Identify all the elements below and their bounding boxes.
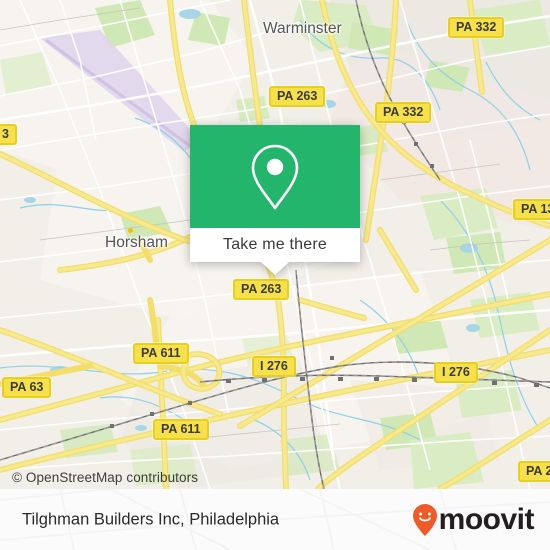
map-viewport[interactable]: .land{fill:#f2efe9;} .urban{fill:#f7f4ef… bbox=[0, 0, 550, 489]
road-shield-pa-263-mid: PA 263 bbox=[233, 279, 290, 300]
road-shield-pa-332-north: PA 332 bbox=[448, 17, 505, 38]
road-shield-pa-611-upper: PA 611 bbox=[133, 343, 189, 364]
road-shield-pa-263-north: PA 263 bbox=[269, 86, 326, 107]
footer-bar: Tilghman Builders Inc, Philadelphia moov… bbox=[0, 489, 550, 550]
place-title: Tilghman Builders Inc, Philadelphia bbox=[22, 510, 280, 528]
road-shield-i-276-right: I 276 bbox=[434, 362, 478, 383]
popup-header bbox=[190, 125, 360, 228]
take-me-there-label: Take me there bbox=[223, 236, 327, 253]
map-attribution: © OpenStreetMap contributors bbox=[12, 470, 199, 485]
moovit-smiley-pin-icon bbox=[412, 503, 437, 536]
road-shield-pa-332-mid: PA 332 bbox=[375, 102, 432, 123]
road-shield-clipped-left: 3 bbox=[0, 124, 17, 145]
map-label-horsham: Horsham bbox=[105, 234, 168, 251]
road-shield-pa-2xx-bottom-right: PA 2 bbox=[518, 461, 550, 482]
road-shield-pa-63: PA 63 bbox=[2, 377, 52, 398]
location-popup[interactable]: Take me there bbox=[190, 125, 360, 275]
road-shield-i-276-left: I 276 bbox=[252, 356, 296, 377]
moovit-logo[interactable]: moovit bbox=[412, 502, 535, 537]
map-place-dot-horsham bbox=[128, 228, 133, 233]
location-pin-icon bbox=[251, 144, 299, 209]
moovit-wordmark: moovit bbox=[438, 502, 535, 536]
map-screenshot: .land{fill:#f2efe9;} .urban{fill:#f7f4ef… bbox=[0, 0, 550, 550]
popup-pointer-tip bbox=[261, 262, 289, 275]
popup-footer[interactable]: Take me there bbox=[190, 228, 360, 275]
road-shield-pa-13x-right: PA 13 bbox=[513, 199, 550, 220]
road-shield-pa-611-lower: PA 611 bbox=[153, 419, 209, 440]
map-label-warminster: Warminster bbox=[263, 20, 342, 37]
